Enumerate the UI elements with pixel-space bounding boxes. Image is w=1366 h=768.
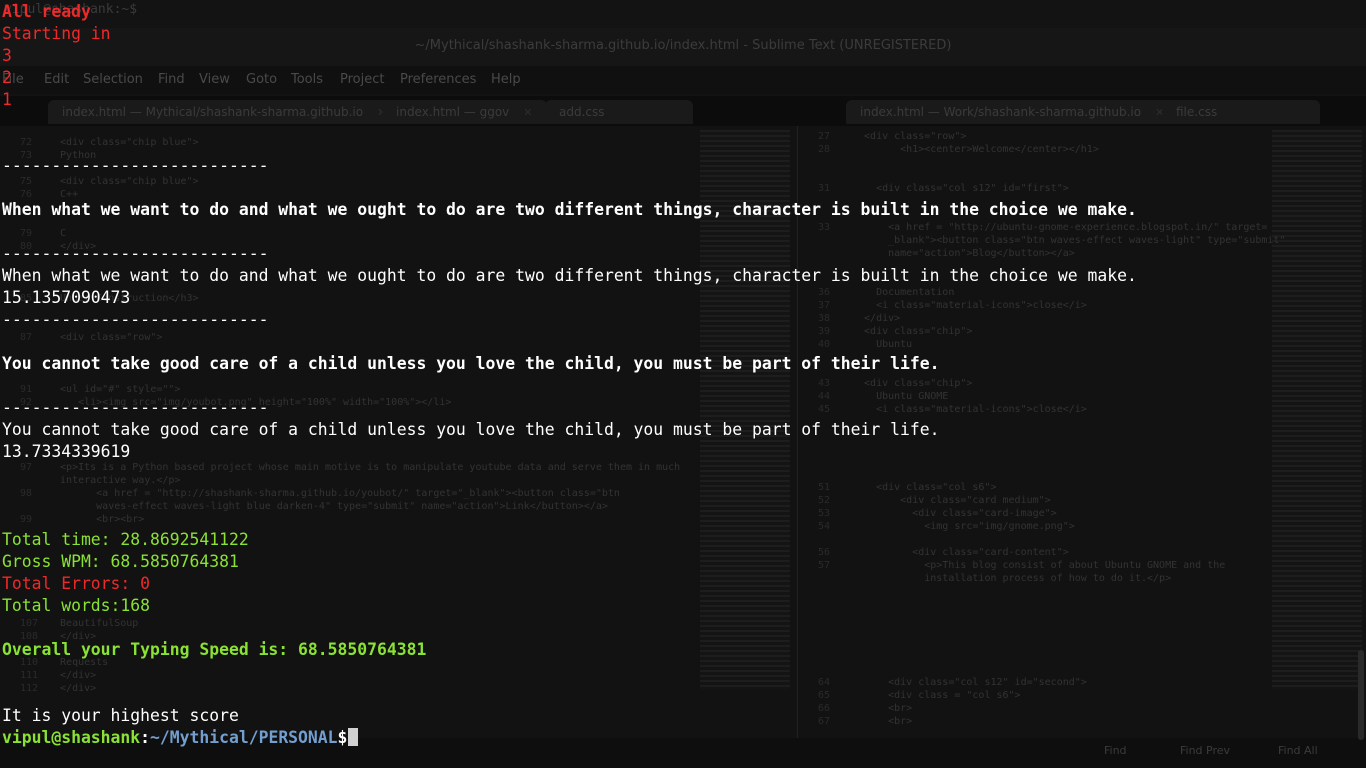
- separator-line: ---------------------------: [2, 310, 269, 329]
- typed-answer-2: You cannot take good care of a child unl…: [2, 420, 940, 439]
- prompt-symbol: $: [337, 728, 348, 747]
- prompt-user: vipul@shashank: [2, 728, 141, 747]
- quote-time-2: 13.7334339619: [2, 442, 131, 461]
- total-words: Total words:168: [2, 596, 151, 615]
- text-cursor: [348, 728, 359, 746]
- typed-answer-1: When what we want to do and what we ough…: [2, 266, 1137, 285]
- overall-speed: Overall your Typing Speed is: 68.5850764…: [2, 640, 427, 659]
- all-ready-line: All ready: [2, 2, 91, 21]
- total-time: Total time: 28.8692541122: [2, 530, 249, 549]
- prompt-path: ~/Mythical/PERSONAL: [150, 728, 338, 747]
- gross-wpm: Gross WPM: 68.5850764381: [2, 552, 239, 571]
- quote-prompt-1: When what we want to do and what we ough…: [2, 200, 1137, 219]
- highest-score-message: It is your highest score: [2, 706, 239, 725]
- separator-line: ---------------------------: [2, 398, 269, 417]
- countdown-2: 2: [2, 68, 12, 87]
- starting-in-line: Starting in: [2, 24, 111, 43]
- prompt-separator: :: [140, 728, 151, 747]
- shell-prompt[interactable]: vipul@shashank:~/Mythical/PERSONAL$: [2, 727, 359, 749]
- separator-line: ---------------------------: [2, 244, 269, 263]
- total-errors: Total Errors: 0: [2, 574, 151, 593]
- terminal-output[interactable]: All ready Starting in 3 2 1 ------------…: [0, 0, 1366, 768]
- countdown-1: 1: [2, 90, 12, 109]
- separator-line: ---------------------------: [2, 156, 269, 175]
- quote-prompt-2: You cannot take good care of a child unl…: [2, 354, 940, 373]
- quote-time-1: 15.1357090473: [2, 288, 131, 307]
- countdown-3: 3: [2, 46, 12, 65]
